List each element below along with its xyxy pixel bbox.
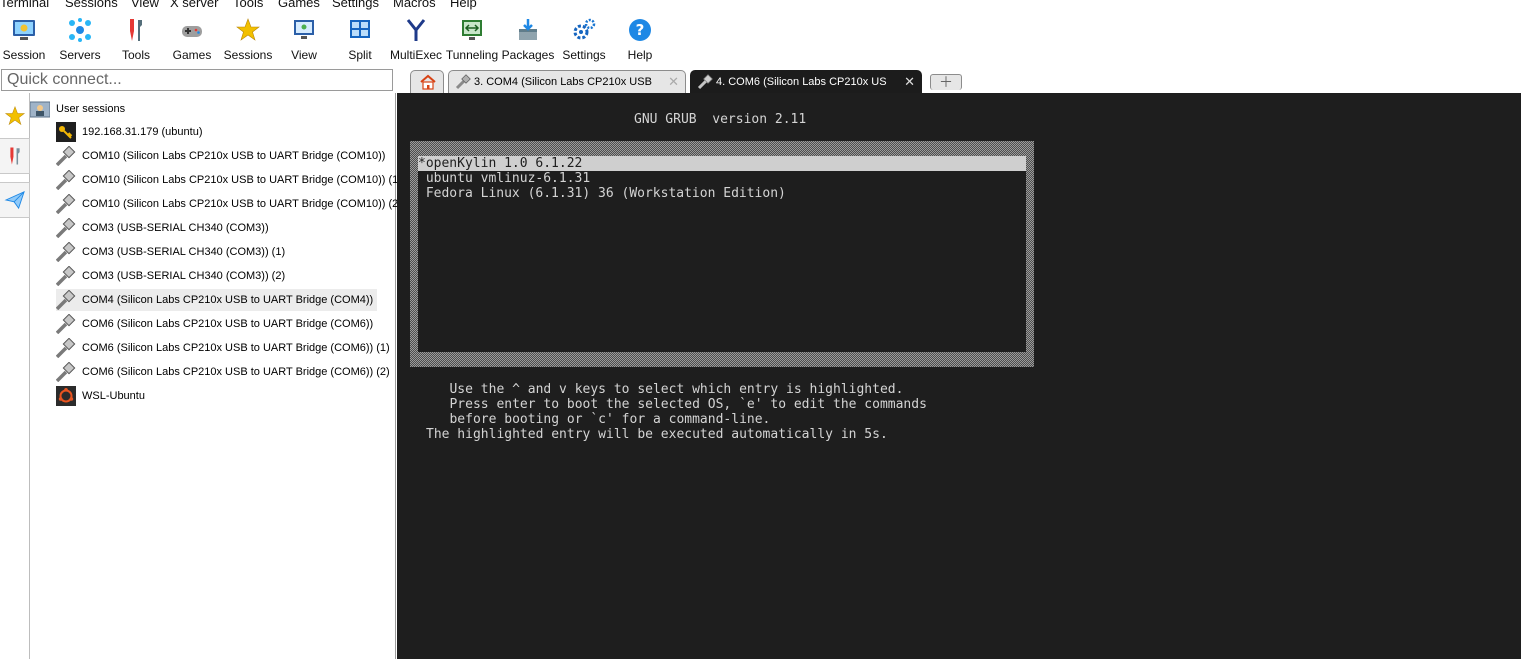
quick-connect-input[interactable] <box>2 70 392 90</box>
session-item[interactable]: COM6 (Silicon Labs CP210x USB to UART Br… <box>56 361 394 383</box>
help-icon: ? <box>629 19 651 41</box>
split-button[interactable]: Split <box>332 14 388 66</box>
menu-settings[interactable]: Settings <box>332 0 379 10</box>
help-line: before booting or `c' for a command-line… <box>426 412 771 427</box>
session-item[interactable]: COM3 (USB-SERIAL CH340 (COM3)) <box>56 217 273 239</box>
session-item[interactable]: COM10 (Silicon Labs CP210x USB to UART B… <box>56 193 406 215</box>
svg-text:?: ? <box>636 21 645 39</box>
star-icon <box>236 18 260 41</box>
terminal-view[interactable]: GNU GRUB version 2.11 *openKylin 1.0 6.1… <box>397 93 1521 659</box>
plus-icon: ＋ <box>939 74 953 90</box>
menu-x-server[interactable]: X server <box>170 0 218 10</box>
tab-com4-label: 3. COM4 (Silicon Labs CP210x USB <box>474 76 652 88</box>
paper-plane-icon <box>3 190 25 210</box>
tunneling-icon <box>462 20 482 40</box>
grub-entry[interactable]: Fedora Linux (6.1.31) 36 (Workstation Ed… <box>418 186 1026 201</box>
close-icon[interactable]: ✕ <box>668 71 679 93</box>
close-icon[interactable]: ✕ <box>904 71 915 93</box>
serial-icon <box>455 74 471 90</box>
games-button[interactable]: Games <box>164 14 220 66</box>
grub-entry-selected[interactable]: *openKylin 1.0 6.1.22 <box>418 156 1026 171</box>
help-line: Use the ^ and v keys to select which ent… <box>426 382 904 397</box>
serial-icon <box>56 170 76 190</box>
ubuntu-icon <box>56 386 76 406</box>
gears-icon <box>573 18 596 40</box>
session-button[interactable]: Session <box>0 14 52 66</box>
sidebar-tools-button[interactable] <box>0 138 30 174</box>
tab-com6-label: 4. COM6 (Silicon Labs CP210x US <box>716 76 887 88</box>
settings-button[interactable]: Settings <box>556 14 612 66</box>
serial-icon <box>56 194 76 214</box>
servers-icon <box>69 18 91 42</box>
session-item[interactable]: COM6 (Silicon Labs CP210x USB to UART Br… <box>56 313 377 335</box>
games-icon <box>182 26 202 37</box>
sidebar-strip <box>0 93 30 659</box>
split-icon <box>350 20 370 38</box>
menu-help[interactable]: Help <box>450 0 477 10</box>
grub-entry[interactable]: ubuntu vmlinuz-6.1.31 <box>418 171 1026 186</box>
tab-bar: 3. COM4 (Silicon Labs CP210x USB ✕ 4. CO… <box>396 68 1521 93</box>
sidebar-sftp-button[interactable] <box>0 182 30 218</box>
serial-icon <box>56 266 76 286</box>
view-button[interactable]: View <box>276 14 332 66</box>
tab-com6[interactable]: 4. COM6 (Silicon Labs CP210x US ✕ <box>690 70 922 93</box>
servers-button[interactable]: Servers <box>52 14 108 66</box>
session-item[interactable]: COM3 (USB-SERIAL CH340 (COM3)) (2) <box>56 265 289 287</box>
view-icon <box>294 20 314 39</box>
packages-icon <box>519 19 537 40</box>
toolbar: Session Servers Tools Games Sessions Vie… <box>0 12 1521 68</box>
packages-button[interactable]: Packages <box>500 14 556 66</box>
session-item[interactable]: WSL-Ubuntu <box>56 385 149 407</box>
tools-icon <box>130 19 142 41</box>
tools-button[interactable]: Tools <box>108 14 164 66</box>
multiexec-button[interactable]: MultiExec <box>388 14 444 66</box>
serial-icon <box>56 314 76 334</box>
sessions-button[interactable]: Sessions <box>220 14 276 66</box>
menu-sessions[interactable]: Sessions <box>65 0 118 10</box>
session-item[interactable]: COM10 (Silicon Labs CP210x USB to UART B… <box>56 169 406 191</box>
serial-icon <box>56 362 76 382</box>
tools-icon <box>9 147 20 165</box>
tab-com4[interactable]: 3. COM4 (Silicon Labs CP210x USB ✕ <box>448 70 686 93</box>
session-item[interactable]: COM6 (Silicon Labs CP210x USB to UART Br… <box>56 337 394 359</box>
session-item[interactable]: 192.168.31.179 (ubuntu) <box>56 121 207 143</box>
sidebar-sessions-button[interactable] <box>0 98 30 134</box>
help-line: The highlighted entry will be executed a… <box>426 427 888 442</box>
menu-bar: Terminal Sessions View X server Tools Ga… <box>0 0 1521 12</box>
session-icon <box>13 20 35 40</box>
menu-tools[interactable]: Tools <box>233 0 263 10</box>
menu-macros[interactable]: Macros <box>393 0 436 10</box>
serial-icon <box>56 290 76 310</box>
help-line: Press enter to boot the selected OS, `e'… <box>426 397 927 412</box>
home-icon <box>420 74 436 90</box>
star-icon <box>4 105 26 126</box>
serial-icon <box>56 218 76 238</box>
tab-home[interactable] <box>410 70 444 93</box>
menu-view[interactable]: View <box>131 0 159 10</box>
user-folder-icon <box>30 101 50 118</box>
serial-icon <box>697 74 713 90</box>
serial-icon <box>56 242 76 262</box>
session-item[interactable]: COM3 (USB-SERIAL CH340 (COM3)) (1) <box>56 241 289 263</box>
tunneling-button[interactable]: Tunneling <box>444 14 500 66</box>
session-item[interactable]: COM10 (Silicon Labs CP210x USB to UART B… <box>56 145 389 167</box>
serial-icon <box>56 146 76 166</box>
new-tab-button[interactable]: ＋ <box>930 74 962 90</box>
multiexec-icon <box>406 19 426 41</box>
session-item-selected[interactable]: COM4 (Silicon Labs CP210x USB to UART Br… <box>56 289 378 311</box>
grub-header: GNU GRUB version 2.11 <box>634 112 807 127</box>
menu-terminal[interactable]: Terminal <box>0 0 49 10</box>
serial-icon <box>56 338 76 358</box>
sessions-panel: User sessions 192.168.31.179 (ubuntu) CO… <box>0 93 402 659</box>
user-sessions-folder[interactable]: User sessions <box>30 99 125 119</box>
menu-games[interactable]: Games <box>278 0 320 10</box>
grub-menu: *openKylin 1.0 6.1.22 ubuntu vmlinuz-6.1… <box>418 156 1026 352</box>
user-sessions-label: User sessions <box>56 103 126 115</box>
help-button[interactable]: ? Help <box>612 14 668 66</box>
grub-menu-frame: *openKylin 1.0 6.1.22 ubuntu vmlinuz-6.1… <box>410 141 1034 367</box>
quick-connect-box <box>1 69 393 91</box>
ssh-key-icon <box>56 122 76 142</box>
